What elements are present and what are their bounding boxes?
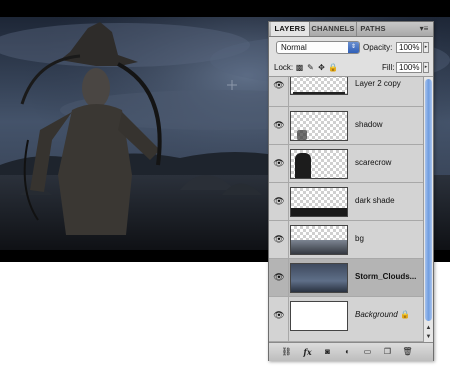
blend-opacity-row: Normal ⇕ Opacity: 100% ▸	[269, 37, 433, 59]
panel-tab-bar: LAYERS CHANNELS PATHS ▾≡	[269, 22, 433, 37]
opacity-label: Opacity:	[363, 43, 393, 52]
lock-move-icon[interactable]: ✥	[317, 63, 326, 72]
layer-thumbnail	[290, 301, 348, 331]
blend-mode-value: Normal	[281, 43, 307, 52]
tab-layers[interactable]: LAYERS	[271, 22, 310, 36]
scroll-up-icon[interactable]: ▲	[424, 324, 433, 332]
eye-icon[interactable]: 👁	[272, 309, 286, 321]
layers-scrollbar[interactable]: ▲ ▼	[423, 77, 433, 342]
adjustment-layer-icon[interactable]: ◐	[342, 347, 353, 357]
layer-row[interactable]: 👁 scarecrow	[269, 145, 423, 183]
layer-name: dark shade	[355, 196, 395, 205]
layer-row[interactable]: 👁 shadow	[269, 107, 423, 145]
layer-thumbnail	[290, 225, 348, 255]
layer-name: bg	[355, 234, 364, 243]
layer-name: scarecrow	[355, 158, 392, 167]
new-group-icon[interactable]: ▭	[362, 347, 373, 357]
lock-paint-icon[interactable]: ✎	[306, 63, 315, 72]
fill-label: Fill:	[382, 63, 395, 72]
layer-thumbnail	[290, 77, 348, 95]
fill-stepper[interactable]: ▸	[423, 62, 429, 73]
trash-icon[interactable]: 🗑	[402, 347, 413, 357]
chevron-updown-icon: ⇕	[348, 42, 359, 53]
eye-icon[interactable]: 👁	[272, 119, 286, 131]
scroll-down-icon[interactable]: ▼	[424, 333, 433, 341]
link-layers-icon[interactable]: ⛓	[281, 347, 292, 357]
layer-row-selected[interactable]: 👁 Storm_Clouds...	[269, 259, 423, 297]
lock-fill-row: Lock: ▩ ✎ ✥ 🔒 Fill: 100% ▸	[269, 59, 433, 77]
layer-row[interactable]: 👁 Layer 2 copy	[269, 77, 423, 107]
blend-mode-select[interactable]: Normal ⇕	[276, 41, 360, 54]
layer-name: Layer 2 copy	[355, 79, 401, 88]
layer-name: Storm_Clouds...	[355, 272, 417, 281]
layers-panel: LAYERS CHANNELS PATHS ▾≡ Normal ⇕ Opacit…	[268, 21, 434, 361]
lock-transparent-icon[interactable]: ▩	[295, 63, 304, 72]
layer-thumbnail	[290, 111, 348, 141]
opacity-field[interactable]: 100%	[396, 42, 422, 53]
fill-field[interactable]: 100%	[396, 62, 422, 73]
eye-icon[interactable]: 👁	[272, 195, 286, 207]
panel-bottom-toolbar: ⛓ fx ◙ ◐ ▭ ❐ 🗑	[269, 342, 433, 361]
add-mask-icon[interactable]: ◙	[322, 347, 333, 357]
eye-icon[interactable]: 👁	[272, 233, 286, 245]
new-layer-icon[interactable]: ❐	[382, 347, 393, 357]
scrollbar-thumb[interactable]	[425, 79, 432, 321]
layer-thumbnail	[290, 187, 348, 217]
layer-name: Background	[355, 310, 398, 319]
layer-thumbnail	[290, 263, 348, 293]
tab-channels[interactable]: CHANNELS	[310, 22, 357, 36]
opacity-stepper[interactable]: ▸	[423, 42, 429, 53]
layer-row[interactable]: 👁 Background 🔒	[269, 297, 423, 342]
lock-icon: 🔒	[400, 310, 410, 319]
layers-list: 👁 Layer 2 copy 👁 shadow 👁 scarecrow 👁 da…	[269, 77, 423, 342]
lock-all-icon[interactable]: 🔒	[328, 63, 338, 72]
eye-icon[interactable]: 👁	[272, 157, 286, 169]
layer-row[interactable]: 👁 dark shade	[269, 183, 423, 221]
tab-paths[interactable]: PATHS	[357, 22, 389, 36]
fx-icon[interactable]: fx	[302, 347, 313, 357]
eye-icon[interactable]: 👁	[272, 79, 286, 91]
layer-row[interactable]: 👁 bg	[269, 221, 423, 259]
panel-menu-icon[interactable]: ▾≡	[418, 24, 430, 33]
layer-thumbnail	[290, 149, 348, 179]
eye-icon[interactable]: 👁	[272, 271, 286, 283]
lock-label: Lock:	[274, 63, 294, 72]
layer-name: shadow	[355, 120, 383, 129]
